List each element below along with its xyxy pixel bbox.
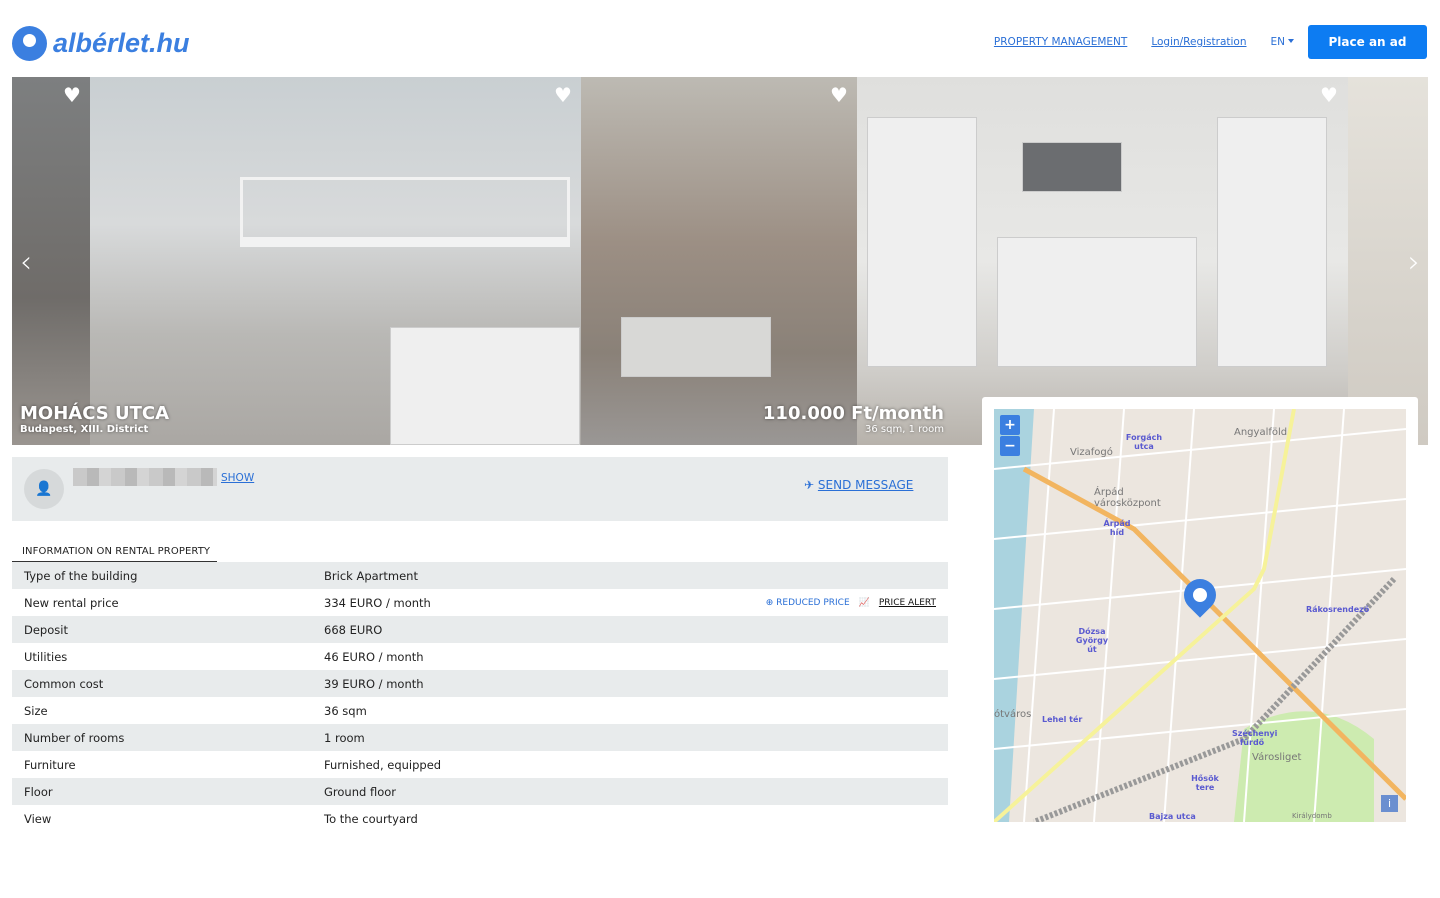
favorite-heart-icon[interactable]: ♥	[554, 83, 572, 107]
listing-location: Budapest, XIII. District	[20, 424, 149, 435]
row-value: 36 sqm	[324, 703, 367, 718]
logo-text: albérlet.hu	[53, 28, 190, 58]
listing-summary: 36 sqm, 1 room	[865, 424, 944, 435]
arrow-down-circle-icon: ⊕	[765, 597, 774, 608]
table-row: Number of rooms 1 room	[12, 724, 948, 751]
row-value: 1 room	[324, 730, 365, 745]
row-value: 668 EURO	[324, 622, 383, 637]
table-row: New rental price 334 EURO / month ⊕ REDUC…	[12, 589, 948, 616]
photo-gallery[interactable]: ♥ ♥ ♥ ♥ ‹ › MOHÁCS UTCA Budapest, XIII. …	[12, 77, 1428, 445]
photo[interactable]	[857, 77, 1348, 445]
row-label: Common cost	[24, 676, 104, 691]
map-card: Angyalföld Vizafogó Árpád városközpont F…	[982, 397, 1418, 837]
map-label: Árpád városközpont	[1094, 487, 1161, 509]
paper-plane-icon: ✈	[804, 478, 815, 492]
map-label: ótváros	[994, 709, 1032, 720]
table-row: Size 36 sqm	[12, 697, 948, 724]
price-alert-link[interactable]: PRICE ALERT	[879, 598, 936, 608]
photo-detail	[867, 117, 977, 367]
row-value: Ground floor	[324, 784, 396, 799]
map-label: Hősök tere	[1191, 774, 1219, 792]
table-row: Floor Ground floor	[12, 778, 948, 805]
info-table: Type of the building Brick Apartment New …	[12, 562, 948, 832]
map-label: Széchenyi fürdő	[1232, 729, 1278, 747]
avatar-user-icon: 👤	[24, 469, 64, 509]
row-label: Furniture	[24, 757, 76, 772]
favorite-heart-icon[interactable]: ♥	[63, 83, 81, 107]
photo-detail	[621, 317, 771, 377]
table-row: Common cost 39 EURO / month	[12, 670, 948, 697]
map-label: Angyalföld	[1234, 427, 1288, 438]
row-value: To the courtyard	[324, 811, 418, 826]
map[interactable]: Angyalföld Vizafogó Árpád városközpont F…	[994, 409, 1406, 822]
photo-detail	[997, 237, 1197, 367]
table-row: View To the courtyard	[12, 805, 948, 832]
row-value: Brick Apartment	[324, 568, 418, 583]
row-value: 39 EURO / month	[324, 676, 424, 691]
photo-detail	[390, 327, 580, 445]
previous-arrow-icon[interactable]: ‹	[20, 245, 32, 280]
reduced-price-label: REDUCED PRICE	[776, 597, 850, 608]
send-message-link[interactable]: ✈ SEND MESSAGE	[804, 478, 913, 492]
table-row: Utilities 46 EURO / month	[12, 643, 948, 670]
map-label: Árpád híd	[1103, 519, 1131, 537]
contact-box: 👤 SHOW ✈ SEND MESSAGE	[12, 457, 948, 521]
chart-alert-icon: 📈	[858, 597, 870, 608]
map-label: Dózsa György út	[1075, 627, 1109, 654]
next-arrow-icon[interactable]: ›	[1408, 245, 1420, 280]
table-row: Type of the building Brick Apartment	[12, 562, 948, 589]
login-link[interactable]: Login/Registration	[1151, 36, 1246, 48]
row-label: Number of rooms	[24, 730, 125, 745]
row-label: Type of the building	[24, 568, 138, 583]
listing-street: MOHÁCS UTCA	[20, 403, 170, 424]
favorite-heart-icon[interactable]: ♥	[830, 83, 848, 107]
language-dropdown[interactable]: EN	[1271, 36, 1295, 48]
table-row: Furniture Furnished, equipped	[12, 751, 948, 778]
logo-mark-icon	[12, 26, 47, 61]
row-label: Deposit	[24, 622, 68, 637]
row-value: Furnished, equipped	[324, 757, 442, 772]
property-management-link[interactable]: PROPERTY MANAGEMENT	[994, 36, 1127, 48]
photo-detail	[1217, 117, 1327, 367]
row-label: Floor	[24, 784, 53, 799]
price-extras: ⊕ REDUCED PRICE 📈 PRICE ALERT	[766, 589, 936, 616]
blurred-phone	[73, 468, 217, 486]
send-message-label: SEND MESSAGE	[817, 478, 914, 492]
logo[interactable]: albérlet.hu	[12, 26, 190, 61]
map-label: Bajza utca	[1149, 812, 1196, 821]
favorite-heart-icon[interactable]: ♥	[1320, 83, 1338, 107]
row-label: New rental price	[24, 595, 119, 610]
table-row: Deposit 668 EURO	[12, 616, 948, 643]
map-info-button[interactable]: i	[1381, 795, 1398, 812]
row-label: View	[24, 811, 52, 826]
map-label: Városliget	[1252, 752, 1302, 763]
map-label: Lehel tér	[1042, 715, 1083, 724]
map-label: Királydomb	[1292, 812, 1332, 820]
show-phone-link[interactable]: SHOW	[221, 472, 254, 484]
photo-detail	[240, 177, 570, 247]
photo-detail	[1022, 142, 1122, 192]
photo[interactable]	[90, 77, 581, 445]
map-label: Rákosrendező	[1306, 605, 1370, 614]
row-value: 46 EURO / month	[324, 649, 424, 664]
row-label: Size	[24, 703, 48, 718]
top-nav: PROPERTY MANAGEMENT Login/Registration E…	[994, 25, 1427, 59]
place-ad-button[interactable]: Place an ad	[1308, 25, 1427, 59]
reduced-price-link[interactable]: ⊕ REDUCED PRICE	[766, 598, 850, 608]
listing-price: 110.000 Ft/month	[762, 403, 944, 424]
photo[interactable]	[581, 77, 857, 445]
zoom-in-button[interactable]: +	[1000, 415, 1020, 435]
map-label: Vizafogó	[1070, 447, 1113, 458]
map-label: Forgách utca	[1125, 433, 1163, 451]
zoom-out-button[interactable]: −	[1000, 436, 1020, 456]
row-label: Utilities	[24, 649, 68, 664]
